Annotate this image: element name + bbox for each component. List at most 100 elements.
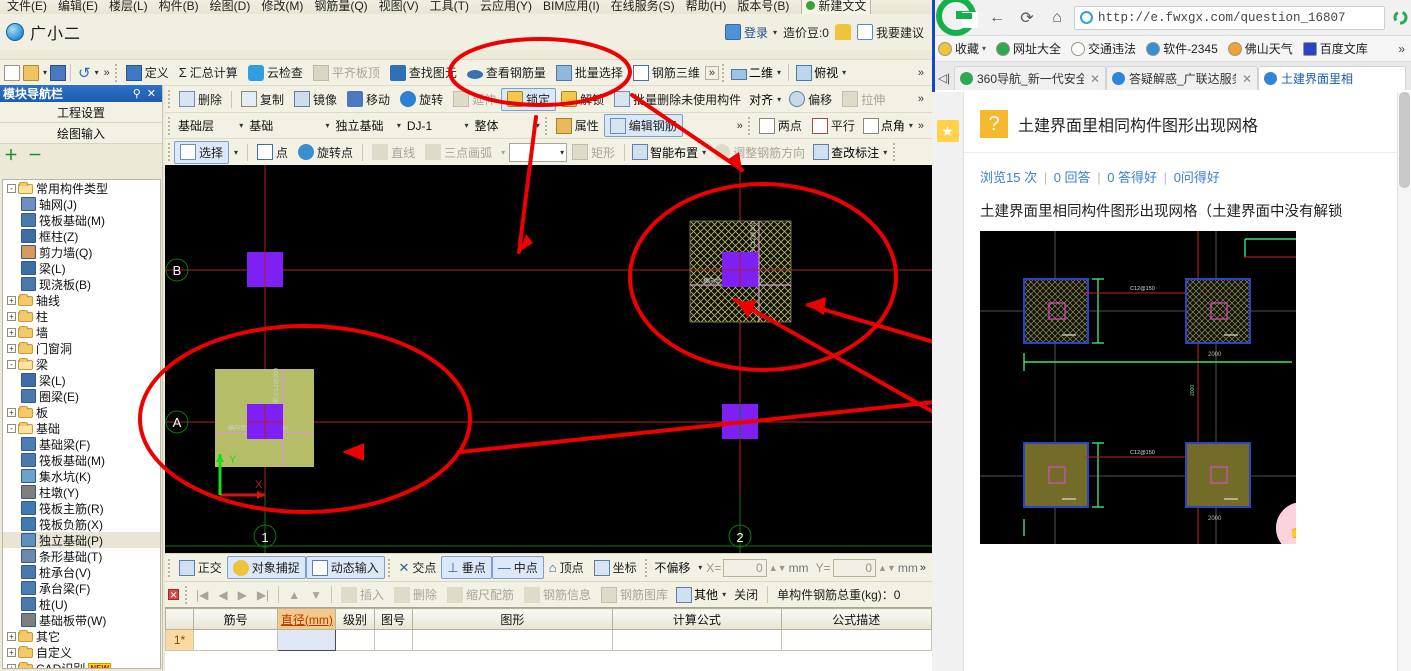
favorite-star-icon[interactable]: ★ xyxy=(936,120,959,142)
offset-mode-select[interactable]: 不偏移 ▾ xyxy=(650,558,704,577)
tree-expand-icon[interactable]: + xyxy=(7,295,16,305)
statusbar-overflow[interactable]: » xyxy=(918,562,932,574)
line-style-select[interactable]: ▾ xyxy=(509,142,568,162)
tree-item[interactable]: 圈梁(E) xyxy=(3,388,160,404)
menu-item-bim-app[interactable]: BIM应用(I) xyxy=(538,0,605,15)
point-tool-button[interactable]: 点 xyxy=(252,142,293,163)
tree-collapse-icon[interactable]: - xyxy=(7,423,16,433)
cloud-check-button[interactable]: 云检查 xyxy=(243,62,308,83)
tree-expand-icon[interactable]: + xyxy=(7,311,16,321)
parallel-button[interactable]: 平行 xyxy=(807,115,860,136)
close-panel-button[interactable]: 关闭 xyxy=(729,584,763,605)
collapse-all-icon[interactable]: － xyxy=(28,145,42,165)
table-cell[interactable] xyxy=(373,629,413,651)
align-button[interactable]: 对齐 ▾ xyxy=(746,89,784,110)
nav-button-project-settings[interactable]: 工程设置 xyxy=(0,102,162,123)
tree-item[interactable]: 框柱(Z) xyxy=(3,228,160,244)
column-header[interactable]: 公式描述 xyxy=(780,608,932,630)
move-button[interactable]: 移动 xyxy=(342,89,395,110)
whole-select[interactable]: 整体 ▾ xyxy=(470,116,541,135)
copy-button[interactable]: 复制 xyxy=(236,89,289,110)
y-spinner[interactable]: ▲▼ xyxy=(876,563,898,573)
toolbar-overflow-5[interactable]: » xyxy=(735,120,745,132)
view-mode-2d-button[interactable]: 二维 ▾ xyxy=(728,62,784,83)
undo-button[interactable]: ↺ ▾ xyxy=(75,62,102,84)
midpoint-snap-toggle[interactable]: — 中点 xyxy=(491,556,544,579)
smart-layout-button[interactable]: 智能布置 ▾ xyxy=(629,142,709,163)
menu-item-component[interactable]: 构件(B) xyxy=(154,0,204,15)
view-rebar-quantity-button[interactable]: 查看钢筋量 xyxy=(462,62,551,83)
offset-button[interactable]: 偏移 xyxy=(784,89,837,110)
check-label-button[interactable]: 查改标注 ▾ xyxy=(810,142,890,163)
tree-item[interactable]: + CAD识别 NEW xyxy=(3,660,160,668)
column-header[interactable]: 计算公式 xyxy=(612,608,782,630)
floor-select[interactable]: 基础层 ▾ xyxy=(174,116,245,135)
component-tree[interactable]: - 常用构件类型 轴网(J) 筏板基础(M) 框柱(Z) 剪力墙(Q) 梁(L) 现浇板(B)… xyxy=(2,179,161,669)
tree-item[interactable]: + 自定义 xyxy=(3,644,160,660)
unlock-button[interactable]: 解锁 xyxy=(556,89,609,110)
rotate-button[interactable]: 旋转 xyxy=(395,89,448,110)
dynamic-input-toggle[interactable]: 动态输入 xyxy=(305,556,385,579)
close-rebar-panel-icon[interactable]: ✕ xyxy=(168,589,179,600)
lock-button[interactable]: 锁定 xyxy=(501,87,557,111)
summary-calc-button[interactable]: Σ 汇总计算 xyxy=(174,62,243,83)
tree-item[interactable]: + 其它 xyxy=(3,628,160,644)
rotate-point-tool-button[interactable]: 旋转点 xyxy=(293,142,358,163)
coordinate-snap-toggle[interactable]: 坐标 xyxy=(589,557,642,578)
table-cell[interactable] xyxy=(277,629,337,651)
rebar-table[interactable]: 筋号 直径(mm) 级别 图号 图形 计算公式 公式描述 1* xyxy=(164,608,932,651)
menu-item-floor[interactable]: 楼层(L) xyxy=(104,0,153,15)
tree-expand-icon[interactable]: + xyxy=(7,327,16,337)
menu-item-view[interactable]: 视图(V) xyxy=(374,0,424,15)
tab-close-icon[interactable]: ✕ xyxy=(1088,72,1100,86)
column-header[interactable]: 筋号 xyxy=(193,608,279,630)
browser-tab[interactable]: 答疑解惑_广联达服务新 ✕ xyxy=(1106,66,1258,90)
intersection-snap-toggle[interactable]: ✕ 交点 xyxy=(393,557,441,578)
tree-item[interactable]: 梁(L) xyxy=(3,372,160,388)
toolbar-overflow-4[interactable]: » xyxy=(916,93,932,105)
login-button[interactable]: 登录 ▾ xyxy=(724,24,777,41)
page-scrollbar[interactable] xyxy=(1397,92,1411,671)
tree-item[interactable]: - 基础 xyxy=(3,420,160,436)
toolbar-overflow-1[interactable]: » xyxy=(102,67,112,79)
menu-item-help[interactable]: 帮助(H) xyxy=(681,0,732,15)
batch-select-button[interactable]: 批量选择 xyxy=(551,62,628,83)
table-cell[interactable] xyxy=(780,629,932,651)
perpendicular-snap-toggle[interactable]: ⊥ 垂点 xyxy=(441,556,492,579)
toolbar-overflow-2[interactable]: » xyxy=(704,65,720,80)
browser-tab[interactable]: 360导航_新一代安全上 ✕ xyxy=(954,66,1106,90)
edit-rebar-button[interactable]: 编辑钢筋 xyxy=(603,114,683,137)
vertex-snap-toggle[interactable]: ⌂ 顶点 xyxy=(544,557,589,578)
component-type-select[interactable]: 独立基础 ▾ xyxy=(332,116,403,135)
rebar-table-container[interactable]: 筋号 直径(mm) 级别 图号 图形 计算公式 公式描述 1* xyxy=(164,607,932,671)
menu-item-tools[interactable]: 工具(T) xyxy=(425,0,474,15)
nav-button-drawing-input[interactable]: 绘图输入 xyxy=(0,123,162,144)
tree-expand-icon[interactable]: + xyxy=(7,343,16,353)
tree-expand-icon[interactable]: + xyxy=(7,663,16,668)
browser-tab[interactable]: 土建界面里相 xyxy=(1258,66,1406,90)
properties-button[interactable]: 属性 xyxy=(551,115,604,136)
table-cell[interactable] xyxy=(612,629,782,651)
cad-drawing-canvas[interactable]: B A 1 2 横向受力筋:C12@200 xyxy=(165,165,932,553)
tree-collapse-icon[interactable]: - xyxy=(7,183,16,193)
column-header[interactable] xyxy=(164,608,195,630)
tree-item[interactable]: 剪力墙(Q) xyxy=(3,244,160,260)
tree-item[interactable]: 集水坑(K) xyxy=(3,468,160,484)
save-icon[interactable] xyxy=(50,64,67,81)
table-cell[interactable] xyxy=(193,629,279,651)
menu-item-modify[interactable]: 修改(M) xyxy=(256,0,308,15)
new-file-icon[interactable] xyxy=(4,64,20,81)
x-spinner[interactable]: ▲▼ xyxy=(767,563,789,573)
menu-item-online-service[interactable]: 在线服务(S) xyxy=(606,0,680,15)
tree-item[interactable]: 筏板负筋(X) xyxy=(3,516,160,532)
new-document-button[interactable]: 新建文文 xyxy=(801,0,872,15)
column-header[interactable]: 级别 xyxy=(335,608,375,630)
pin-icon[interactable]: ⚲ xyxy=(130,87,144,100)
toolbar-overflow-6[interactable]: » xyxy=(916,120,932,132)
tree-item[interactable]: -梁 xyxy=(3,356,160,372)
tree-item[interactable]: 筏板主筋(R) xyxy=(3,500,160,516)
tree-item[interactable]: + 轴线 xyxy=(3,292,160,308)
menu-item-draw[interactable]: 绘图(D) xyxy=(205,0,256,15)
tree-item[interactable]: + 板 xyxy=(3,404,160,420)
menu-item-rebar-quantity[interactable]: 钢筋量(Q) xyxy=(309,0,372,15)
